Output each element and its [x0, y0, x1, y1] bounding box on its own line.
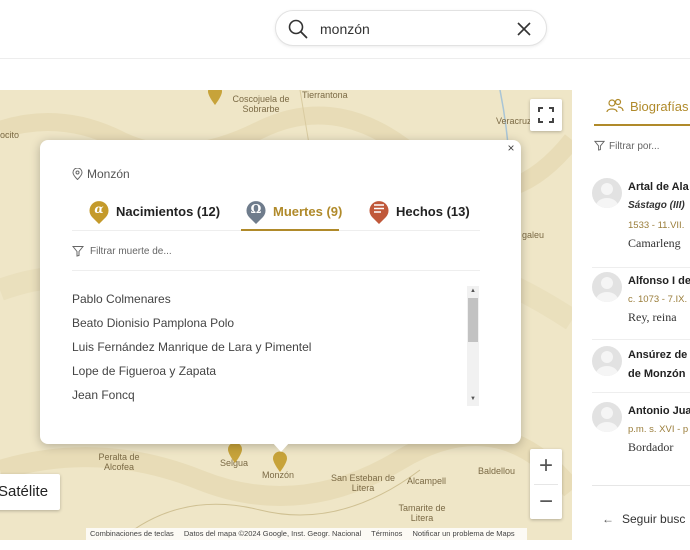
biographies-heading-label: Biografías	[630, 99, 689, 114]
biographies-panel: Biografías Filtrar por... Artal de Ala S…	[572, 90, 690, 550]
fullscreen-button[interactable]	[530, 99, 562, 131]
map-data-text: Datos del mapa ©2024 Google, Inst. Geogr…	[183, 529, 362, 538]
scrollbar-thumb[interactable]	[468, 298, 478, 342]
biography-item[interactable]: Antonio Jua p.m. s. XVI - p Bordador	[592, 402, 690, 472]
list-item[interactable]: Jean Foncq	[72, 388, 135, 402]
continue-search-label: Seguir busc	[622, 512, 686, 526]
map-label: ocito	[0, 130, 20, 140]
biography-name: Ansúrez de	[628, 349, 688, 361]
sidebar-divider	[592, 485, 690, 486]
map-pin-icon[interactable]	[227, 442, 243, 464]
fullscreen-icon	[538, 107, 554, 123]
biography-title: Sástago (III)	[628, 200, 685, 211]
map-label: Peralta de Alcofea	[98, 452, 140, 472]
omega-badge-icon: Ω	[246, 201, 266, 224]
avatar	[592, 178, 622, 208]
map-label: Tamarite de Litera	[398, 503, 446, 523]
tab-muertes-label: Muertes (9)	[273, 204, 343, 219]
biography-role: Bordador	[628, 440, 674, 454]
top-bar	[0, 0, 690, 58]
list-item[interactable]: Lope de Figueroa y Zapata	[72, 364, 216, 378]
avatar	[592, 272, 622, 302]
people-icon	[606, 98, 624, 113]
scroll-down-icon[interactable]: ▼	[467, 394, 479, 404]
map-label: Baldellou	[478, 466, 516, 476]
sidebar-filter[interactable]: Filtrar por...	[593, 140, 660, 152]
tab-nacimientos[interactable]: α Nacimientos (12)	[88, 195, 221, 229]
biography-name: Alfonso I de	[628, 275, 690, 287]
map-label: Veracruz	[496, 116, 532, 126]
map-label: Alcampell	[407, 476, 447, 486]
popup-location: Monzón	[72, 167, 130, 181]
list-item[interactable]: Pablo Colmenares	[72, 292, 171, 306]
popup-filter[interactable]: Filtrar muerte de...	[72, 243, 480, 271]
location-popup: × Monzón α Nacimientos (12) Ω Muertes (9…	[40, 140, 521, 452]
list-scrollbar[interactable]: ▲ ▼	[467, 286, 479, 406]
zoom-out-button[interactable]: −	[530, 485, 562, 519]
biography-item[interactable]: Alfonso I de c. 1073 - 7.IX. Rey, reina	[592, 272, 690, 342]
active-heading-underline	[594, 124, 690, 126]
svg-text:α: α	[94, 202, 103, 216]
biography-dates: c. 1073 - 7.IX.	[628, 294, 688, 305]
biography-dates: p.m. s. XVI - p	[628, 424, 689, 435]
arrow-left-icon: ←	[602, 512, 614, 526]
tab-muertes[interactable]: Ω Muertes (9)	[241, 195, 343, 231]
zoom-in-button[interactable]: +	[530, 449, 562, 483]
deaths-list: Pablo Colmenares Beato Dionisio Pamplona…	[72, 286, 480, 406]
biography-item[interactable]: Artal de Ala Sástago (III) 1533 - 11.VII…	[592, 178, 690, 268]
popup-location-label: Monzón	[87, 167, 130, 181]
list-divider	[592, 339, 690, 340]
scroll-up-icon[interactable]: ▲	[467, 286, 479, 296]
map-pin-icon[interactable]	[207, 90, 223, 106]
biographies-heading[interactable]: Biografías	[606, 98, 689, 114]
list-item[interactable]: Beato Dionisio Pamplona Polo	[72, 316, 234, 330]
search-box[interactable]	[275, 10, 547, 46]
biography-name: Antonio Jua	[628, 405, 690, 417]
avatar	[592, 402, 622, 432]
tab-nacimientos-label: Nacimientos (12)	[116, 204, 221, 219]
list-divider	[592, 267, 690, 268]
biography-dates: 1533 - 11.VII.	[628, 220, 685, 231]
header-divider	[0, 58, 690, 59]
sidebar-filter-placeholder: Filtrar por...	[609, 141, 660, 152]
report-problem-link[interactable]: Notificar un problema de Maps	[413, 529, 515, 538]
terms-link[interactable]: Términos	[371, 529, 402, 538]
filter-icon	[72, 246, 84, 257]
alpha-badge-icon: α	[89, 201, 109, 224]
map-label: galeu	[522, 230, 545, 240]
map-label: San Esteban de Litera	[330, 473, 396, 493]
biography-name-line2: de Monzón	[628, 368, 686, 380]
list-divider	[592, 392, 690, 393]
filter-icon	[593, 140, 606, 151]
tab-hechos-label: Hechos (13)	[396, 204, 470, 219]
keyboard-shortcuts-link[interactable]: Combinaciones de teclas	[90, 529, 174, 538]
satellite-toggle[interactable]: Satélite	[0, 474, 60, 510]
close-icon[interactable]: ×	[505, 142, 517, 154]
search-input[interactable]	[320, 18, 500, 40]
biography-name: Artal de Ala	[628, 181, 689, 193]
list-item[interactable]: Luis Fernández Manrique de Lara y Piment…	[72, 340, 311, 354]
location-pin-icon	[72, 167, 83, 181]
popup-filter-placeholder: Filtrar muerte de...	[90, 246, 172, 257]
map-label: Coscojuela de Sobrarbe	[232, 94, 290, 114]
continue-search-link[interactable]: ← Seguir busc	[602, 512, 685, 526]
map-attribution: Combinaciones de teclas Datos del mapa ©…	[86, 528, 527, 540]
map-label: Tierrantona	[302, 90, 348, 100]
popup-pointer	[272, 442, 290, 452]
zoom-control: + −	[530, 449, 562, 519]
biography-item[interactable]: Ansúrez de de Monzón	[592, 346, 690, 396]
biography-role: Camarleng	[628, 236, 681, 250]
document-badge-icon	[369, 201, 389, 224]
popup-tabs: α Nacimientos (12) Ω Muertes (9) Hechos …	[72, 195, 480, 231]
avatar	[592, 346, 622, 376]
search-icon[interactable]	[288, 19, 308, 39]
active-tab-underline	[241, 229, 339, 231]
map-pin-icon[interactable]	[272, 451, 288, 473]
svg-text:Ω: Ω	[251, 202, 262, 216]
clear-icon[interactable]	[516, 21, 532, 37]
biography-role: Rey, reina	[628, 310, 677, 324]
tab-hechos[interactable]: Hechos (13)	[368, 195, 480, 229]
